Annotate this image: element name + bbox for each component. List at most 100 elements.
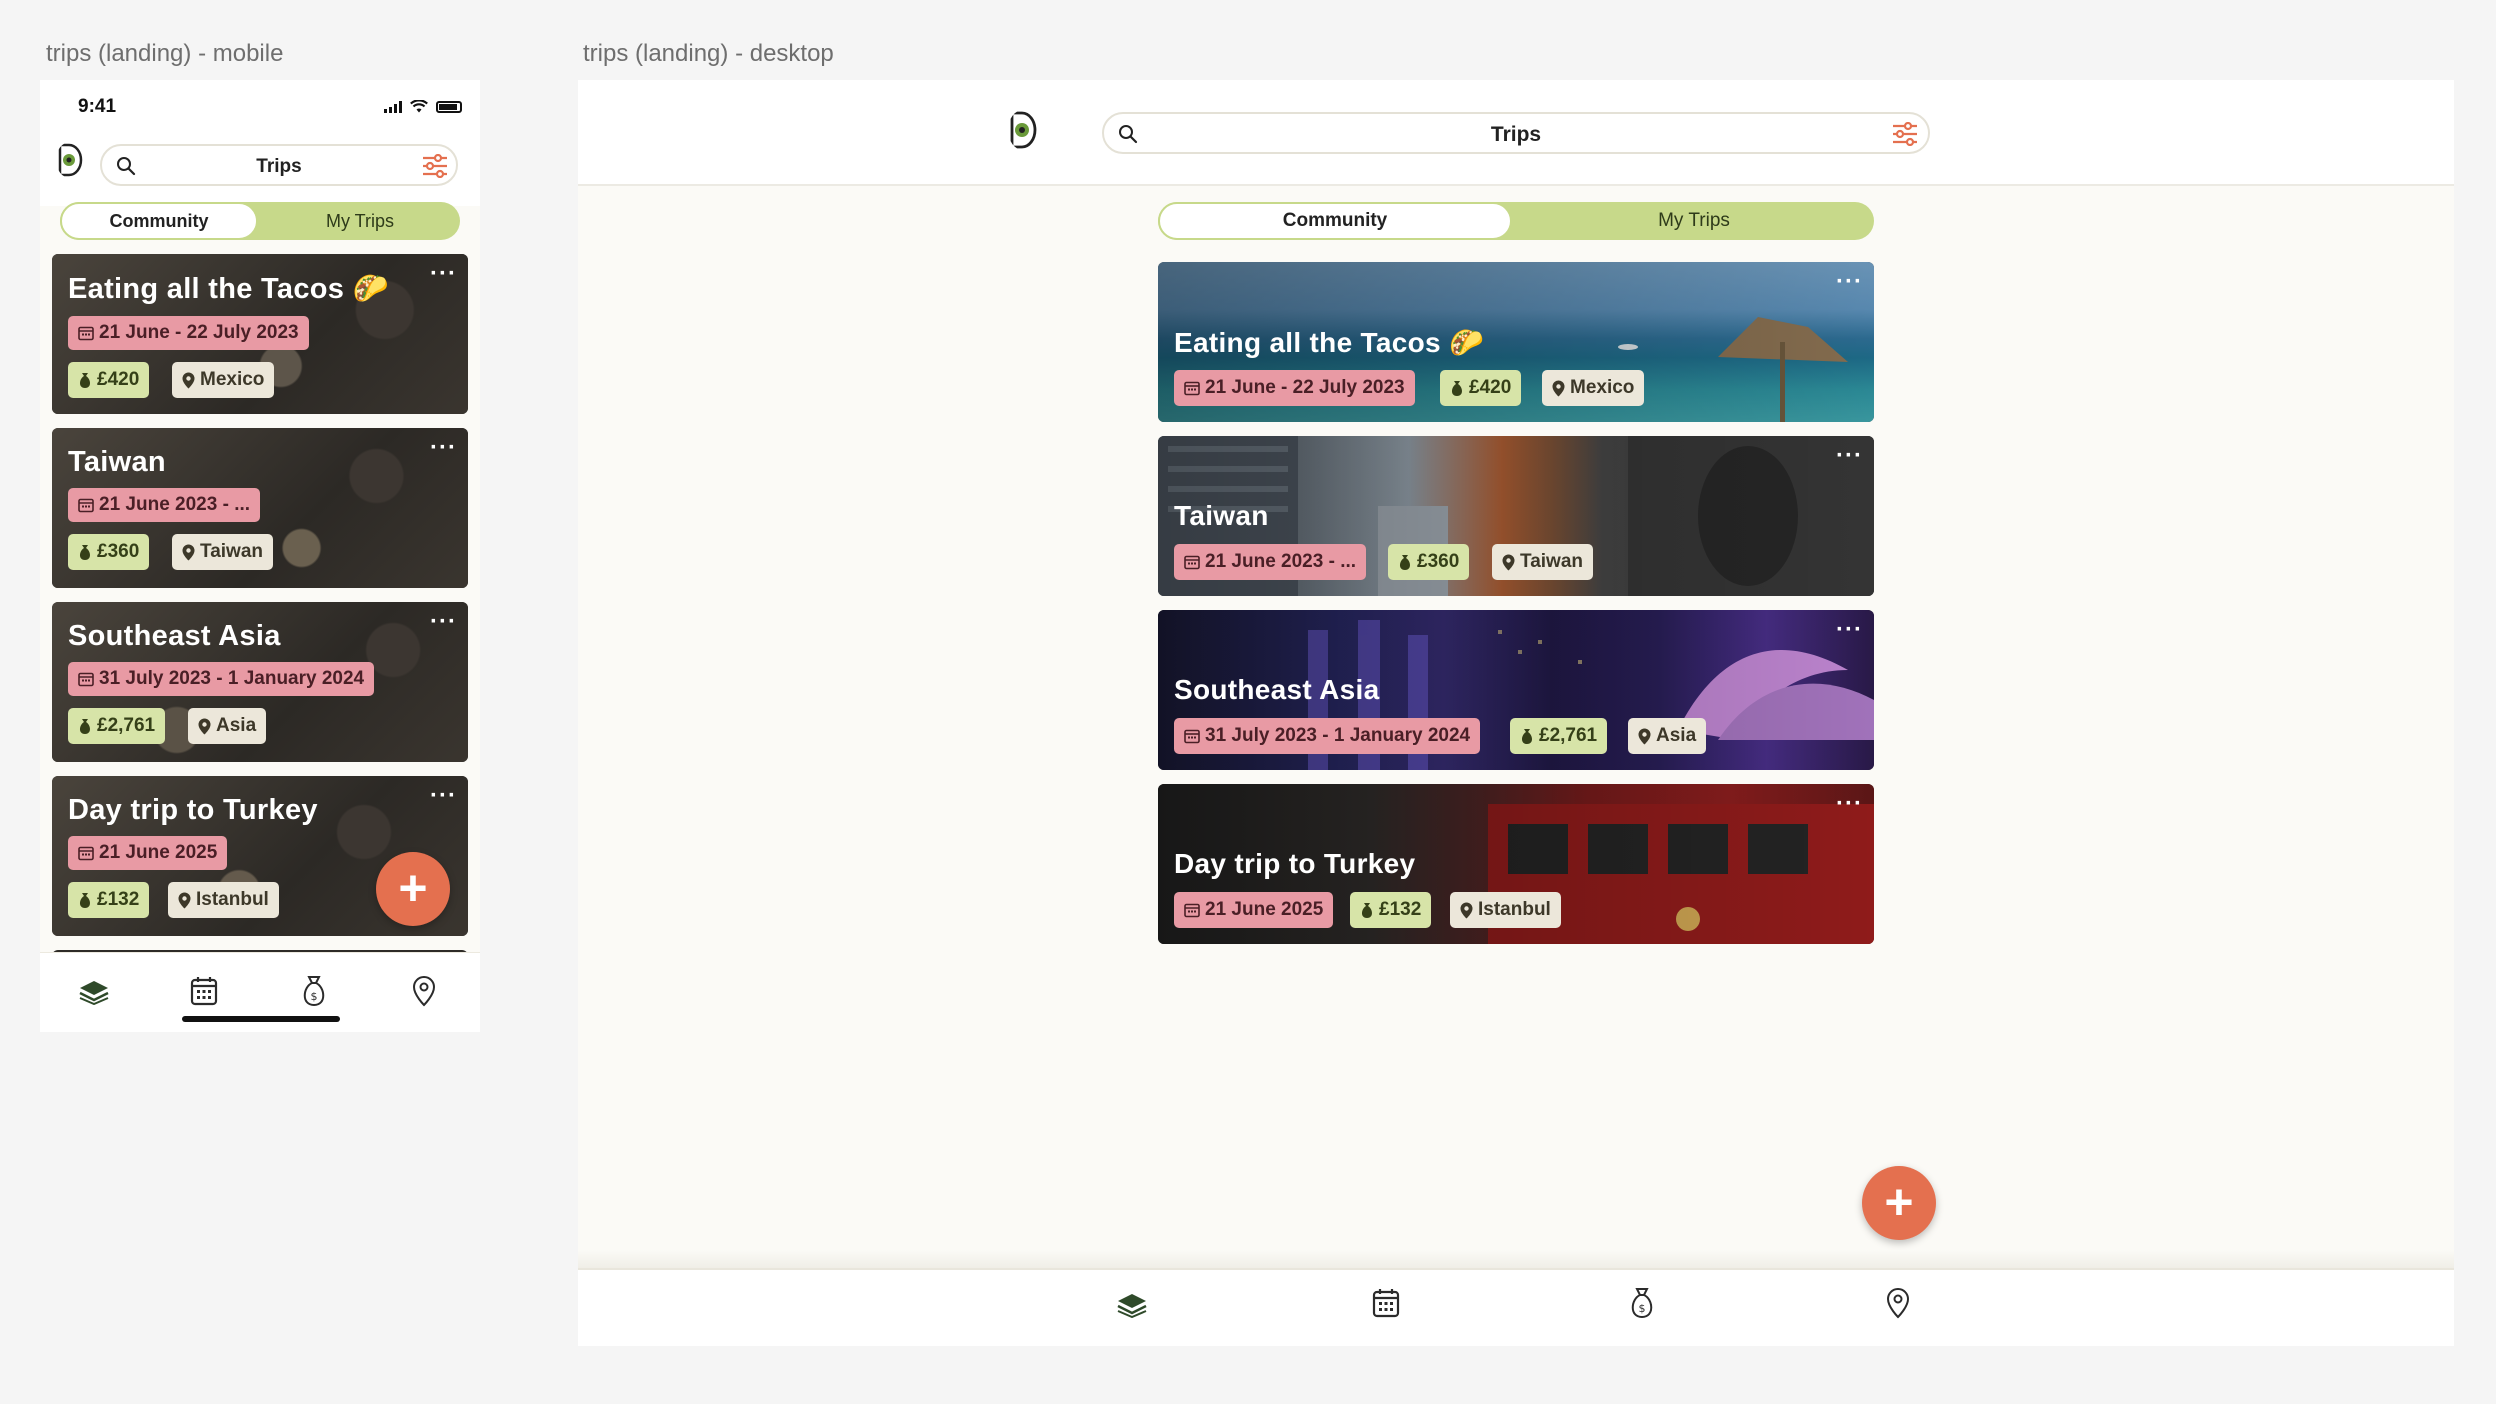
trip-dates-chip: 21 June 2023 - ... — [1174, 544, 1367, 580]
mobile-frame: 9:41 Trips Community My Trips Eating all… — [40, 80, 480, 1032]
trip-tabs: Community My Trips — [60, 202, 460, 240]
trip-card[interactable]: Day trip to Turkey ··· 21 June 2025 £132… — [1158, 784, 1874, 944]
trip-location: Mexico — [1570, 377, 1635, 398]
trip-location: Istanbul — [1478, 899, 1551, 920]
money-bag-icon — [1362, 902, 1372, 918]
trip-dates: 21 June 2025 — [99, 842, 218, 863]
trip-title: Eating all the Tacos 🌮 — [1174, 327, 1485, 358]
trip-cost-chip: £2,761 — [1510, 718, 1608, 754]
bottom-nav: $ — [578, 1268, 2454, 1346]
more-options-icon[interactable]: ··· — [1836, 442, 1863, 470]
calendar-icon — [78, 846, 94, 861]
trip-cost-chip: £360 — [1388, 544, 1470, 580]
trip-title: Southeast Asia — [1174, 674, 1380, 705]
money-bag-icon — [80, 372, 90, 388]
more-options-icon[interactable]: ··· — [1836, 268, 1863, 296]
trip-dates-chip: 21 June 2023 - ... — [68, 488, 261, 522]
location-pin-icon — [182, 544, 195, 560]
location-pin-icon[interactable] — [1886, 1287, 1910, 1319]
search-title: Trips — [256, 156, 302, 177]
trip-cost-chip: £132 — [1350, 892, 1432, 928]
trip-dates-chip: 21 June - 22 July 2023 — [68, 316, 309, 350]
trip-dates: 31 July 2023 - 1 January 2024 — [99, 668, 365, 689]
bottom-nav-shadow — [578, 1250, 2454, 1268]
desktop-frame-label: trips (landing) - desktop — [583, 40, 834, 67]
trip-location-chip: Taiwan — [1492, 544, 1593, 580]
battery-icon — [436, 100, 462, 113]
trip-title: Day trip to Turkey — [68, 794, 318, 826]
trip-location-chip: Taiwan — [172, 534, 273, 570]
money-bag-icon — [1452, 380, 1462, 396]
filter-icon[interactable] — [422, 154, 448, 178]
trip-cost: £132 — [1379, 899, 1422, 920]
calendar-icon — [1184, 555, 1200, 570]
tab-my-trips[interactable]: My Trips — [260, 202, 460, 240]
layers-icon[interactable] — [78, 979, 110, 1005]
money-bag-icon — [1522, 728, 1532, 744]
more-options-icon[interactable]: ··· — [1836, 616, 1863, 644]
trip-location: Taiwan — [200, 541, 263, 562]
trip-card[interactable]: Southeast Asia ··· 31 July 2023 - 1 Janu… — [52, 602, 468, 762]
money-bag-icon — [80, 892, 90, 908]
trip-location: Asia — [1656, 725, 1697, 746]
trip-location-chip: Asia — [1628, 718, 1707, 754]
trip-dates: 31 July 2023 - 1 January 2024 — [1205, 725, 1471, 746]
trip-location: Istanbul — [196, 889, 269, 910]
status-time: 9:41 — [78, 96, 117, 117]
mobile-header: Trips — [40, 132, 480, 206]
more-options-icon[interactable]: ··· — [1836, 790, 1863, 818]
calendar-icon — [1184, 729, 1200, 744]
more-options-icon[interactable]: ··· — [430, 434, 457, 462]
trip-title: Taiwan — [1174, 500, 1269, 531]
trip-tabs: Community My Trips — [1158, 202, 1874, 240]
tab-community[interactable]: Community — [60, 202, 258, 240]
trip-card[interactable]: Taiwan ··· 21 June 2023 - ... £360 Taiwa… — [52, 428, 468, 588]
money-bag-icon — [1400, 554, 1410, 570]
money-bag-icon[interactable]: $ — [1628, 1287, 1656, 1319]
trip-location: Taiwan — [1520, 551, 1583, 572]
trip-card[interactable]: Southeast Asia ··· 31 July 2023 - 1 Janu… — [1158, 610, 1874, 770]
add-trip-button[interactable]: + — [376, 852, 450, 926]
trip-card[interactable]: Eating all the Tacos 🌮 ··· 21 June - 22 … — [52, 254, 468, 414]
trip-dates-chip: 21 June - 22 July 2023 — [1174, 370, 1415, 406]
trip-card[interactable]: Taiwan ··· 21 June 2023 - ... £360 Taiwa… — [1158, 436, 1874, 596]
more-options-icon[interactable]: ··· — [430, 782, 457, 810]
money-bag-icon — [80, 544, 90, 560]
trip-title: Day trip to Turkey — [1174, 848, 1416, 879]
calendar-icon[interactable] — [190, 976, 218, 1006]
status-bar: 9:41 — [40, 80, 480, 132]
trip-title: Eating all the Tacos 🌮 — [68, 273, 389, 305]
location-pin-icon — [1638, 728, 1651, 744]
wifi-icon — [410, 100, 428, 113]
calendar-icon — [78, 672, 94, 687]
location-pin-icon[interactable] — [412, 975, 436, 1007]
trip-location-chip: Mexico — [1542, 370, 1645, 406]
money-bag-icon[interactable]: $ — [300, 975, 328, 1007]
add-trip-button[interactable]: + — [1862, 1166, 1936, 1240]
desktop-frame: Trips Community My Trips Eating all the … — [578, 80, 2454, 1346]
trip-dates-chip: 31 July 2023 - 1 January 2024 — [68, 662, 375, 696]
calendar-icon — [78, 498, 94, 513]
location-pin-icon — [1552, 380, 1565, 396]
trip-dates: 21 June 2025 — [1205, 899, 1324, 920]
trip-dates-chip: 21 June 2025 — [68, 836, 228, 870]
app-logo-icon[interactable] — [56, 142, 84, 178]
more-options-icon[interactable]: ··· — [430, 608, 457, 636]
status-icons — [384, 100, 462, 113]
search-bar[interactable]: Trips — [1102, 112, 1930, 154]
trip-cost-chip: £132 — [68, 882, 150, 918]
tab-community[interactable]: Community — [1158, 202, 1512, 240]
calendar-icon[interactable] — [1372, 1288, 1400, 1318]
trip-card[interactable]: Eating all the Tacos 🌮 ··· 21 June - 22 … — [1158, 262, 1874, 422]
filter-icon[interactable] — [1892, 122, 1918, 146]
search-bar[interactable]: Trips — [100, 144, 458, 186]
more-options-icon[interactable]: ··· — [430, 260, 457, 288]
app-logo-icon[interactable] — [1008, 110, 1038, 150]
tab-my-trips[interactable]: My Trips — [1514, 202, 1874, 240]
calendar-icon — [1184, 381, 1200, 396]
home-indicator — [182, 1016, 340, 1022]
trip-location-chip: Istanbul — [1450, 892, 1561, 928]
trip-cost-chip: £360 — [68, 534, 150, 570]
layers-icon[interactable] — [1116, 1292, 1148, 1318]
trip-dates-chip: 21 June 2025 — [1174, 892, 1334, 928]
